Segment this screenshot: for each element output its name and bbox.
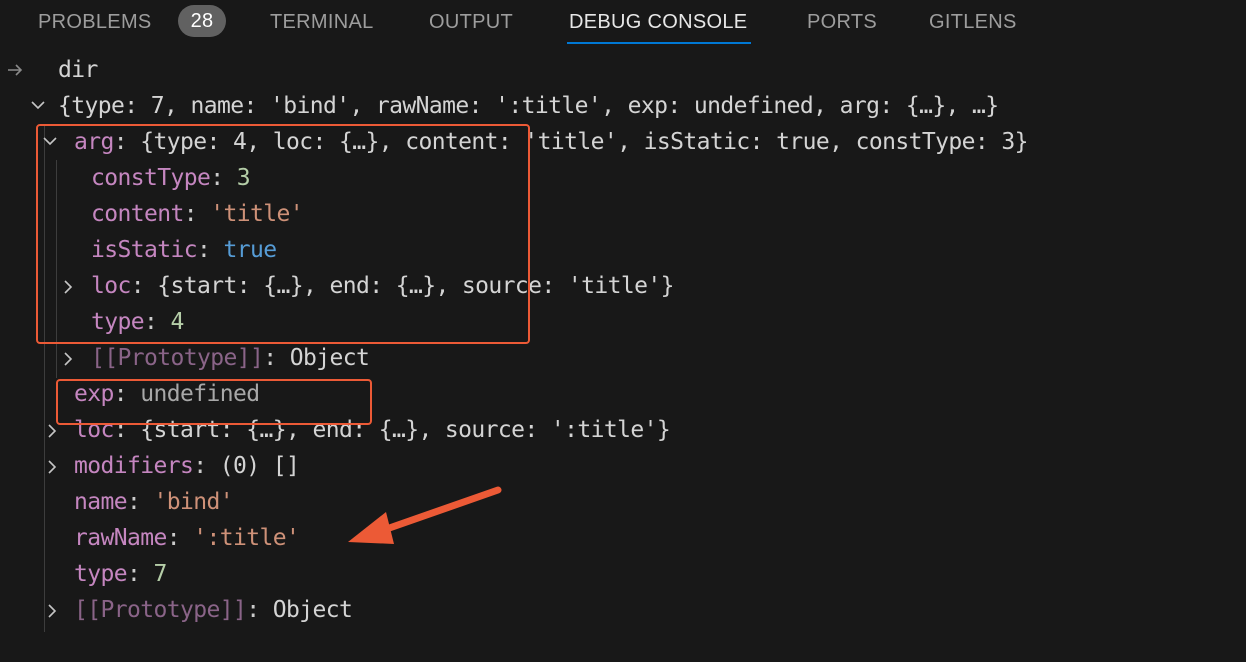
- tree-leaf-type: type: 7: [74, 561, 168, 587]
- rawname-key: rawName: [74, 525, 167, 551]
- tab-output[interactable]: OUTPUT: [429, 8, 513, 38]
- tree-leaf-rawname: rawName: ':title': [74, 525, 300, 551]
- input-arrow-icon: [8, 64, 23, 76]
- tab-problems[interactable]: PROBLEMS: [38, 8, 152, 38]
- rawname-value: ':title': [193, 525, 300, 551]
- name-value: 'bind': [153, 489, 234, 515]
- prototype-key: [[Prototype]]: [74, 597, 247, 623]
- modifiers-key: modifiers: [74, 453, 194, 479]
- tab-problems-label: PROBLEMS: [38, 11, 152, 33]
- tree-leaf-name: name: 'bind': [74, 489, 234, 515]
- root-object-summary: {type: 7, name: 'bind', rawName: ':title…: [58, 93, 999, 119]
- chevron-down-icon[interactable]: [28, 88, 46, 124]
- type-key: type: [74, 561, 128, 587]
- chevron-right-icon[interactable]: [44, 448, 62, 484]
- tab-terminal-label: TERMINAL: [270, 11, 374, 33]
- tab-debug-console[interactable]: DEBUG CONSOLE: [566, 8, 752, 44]
- tab-output-label: OUTPUT: [429, 11, 514, 33]
- arg-prototype-value: Object: [289, 345, 370, 371]
- annotation-arrow-icon: [348, 486, 502, 544]
- problems-count-badge: 28: [178, 5, 226, 37]
- tab-gitlens-label: GITLENS: [929, 11, 1017, 33]
- chevron-right-icon[interactable]: [60, 340, 78, 376]
- arg-prototype-key: [[Prototype]]: [91, 345, 264, 371]
- name-key: name: [74, 489, 128, 515]
- panel-tab-bar: PROBLEMS 28 TERMINAL OUTPUT DEBUG CONSOL…: [0, 0, 1246, 46]
- chevron-right-icon[interactable]: [44, 592, 62, 628]
- tab-ports-label: PORTS: [807, 11, 878, 33]
- modifiers-value: (0) []: [219, 453, 300, 479]
- highlight-box-arg: [36, 124, 530, 344]
- tab-terminal[interactable]: TERMINAL: [270, 8, 374, 38]
- type-value: 7: [153, 561, 168, 587]
- tab-ports[interactable]: PORTS: [807, 8, 877, 38]
- prototype-value: Object: [272, 597, 353, 623]
- highlight-box-exp: [56, 379, 372, 425]
- console-input-text: dir: [58, 57, 98, 83]
- tab-gitlens[interactable]: GITLENS: [929, 8, 1017, 38]
- tab-debug-console-label: DEBUG CONSOLE: [569, 11, 748, 33]
